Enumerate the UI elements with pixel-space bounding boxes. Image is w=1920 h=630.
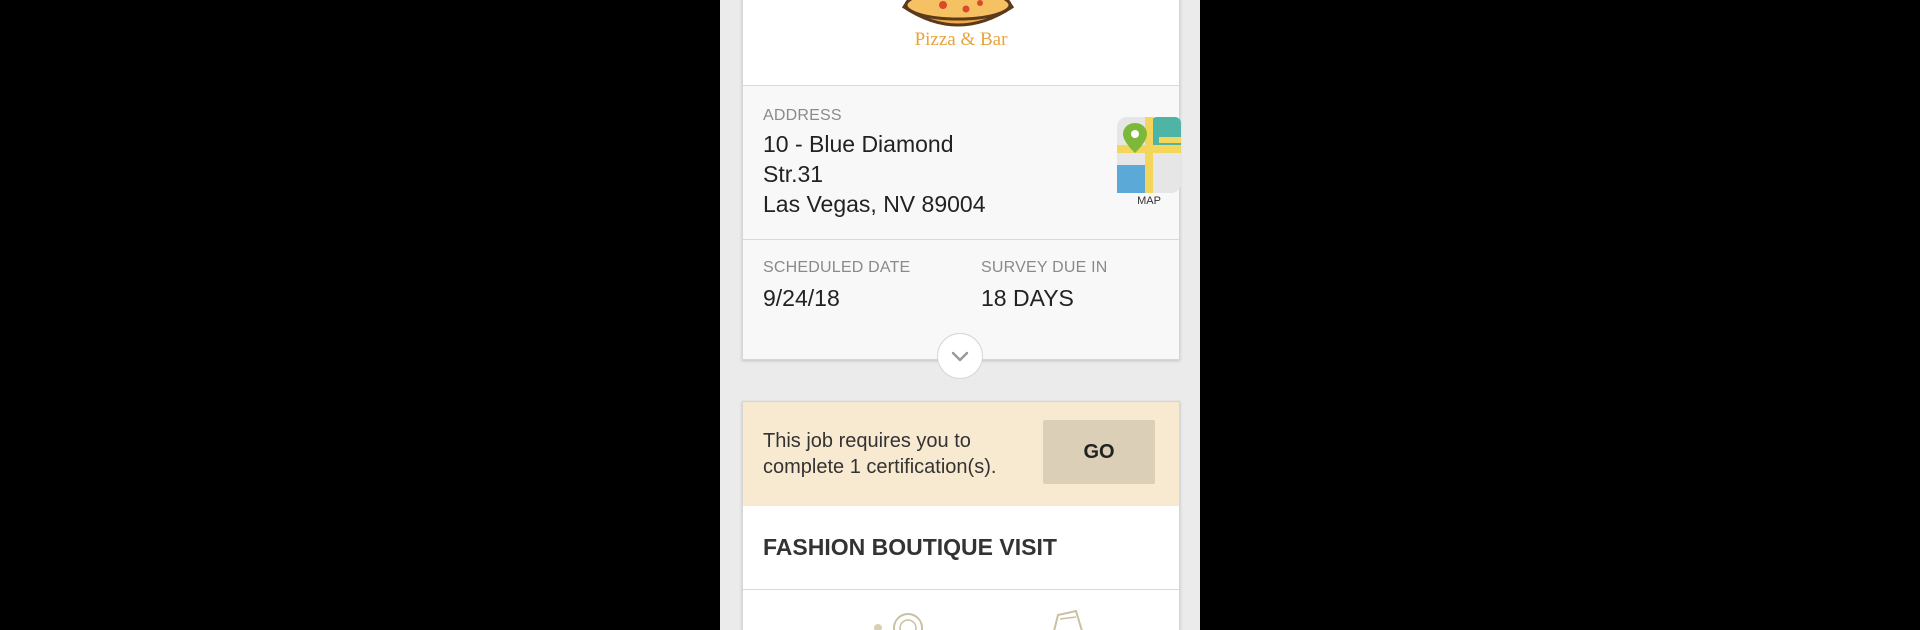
map-icon xyxy=(1117,117,1181,193)
map-button[interactable]: MAP xyxy=(1117,117,1181,207)
address-line-3: Las Vegas, NV 89004 xyxy=(763,191,986,217)
job-details-card: Pizza & Bar ADDRESS 10 - Blue Diamond St… xyxy=(742,0,1181,360)
certification-message: This job requires you to complete 1 cert… xyxy=(763,430,997,478)
address-section: ADDRESS 10 - Blue Diamond Str.31 Las Veg… xyxy=(743,85,1181,240)
app-screen: Pizza & Bar ADDRESS 10 - Blue Diamond St… xyxy=(720,0,1200,630)
address-line-1: 10 - Blue Diamond xyxy=(763,131,954,157)
brand-tagline: Pizza & Bar xyxy=(914,29,1008,50)
address-label: ADDRESS xyxy=(763,107,842,124)
logo-area: Pizza & Bar xyxy=(743,0,1179,86)
job-card: This job requires you to complete 1 cert… xyxy=(742,401,1180,630)
scheduled-date-value: 9/24/18 xyxy=(763,285,840,311)
store-illustration-icon xyxy=(874,613,923,630)
address-line-2: Str.31 xyxy=(763,161,824,187)
shop-illustration-icon xyxy=(1053,609,1083,630)
pizza-logo-icon xyxy=(901,0,1015,27)
job-title: FASHION BOUTIQUE VISIT xyxy=(763,534,1057,560)
divider xyxy=(743,589,1179,590)
scheduled-date-label: SCHEDULED DATE xyxy=(763,259,911,276)
expand-details-button[interactable] xyxy=(937,333,983,379)
go-button[interactable]: GO xyxy=(1043,420,1155,484)
certification-banner: This job requires you to complete 1 cert… xyxy=(743,402,1179,506)
chevron-down-icon xyxy=(951,351,969,362)
map-label: MAP xyxy=(1137,195,1161,207)
survey-due-value: 18 DAYS xyxy=(981,285,1074,311)
survey-due-label: SURVEY DUE IN xyxy=(981,259,1108,276)
